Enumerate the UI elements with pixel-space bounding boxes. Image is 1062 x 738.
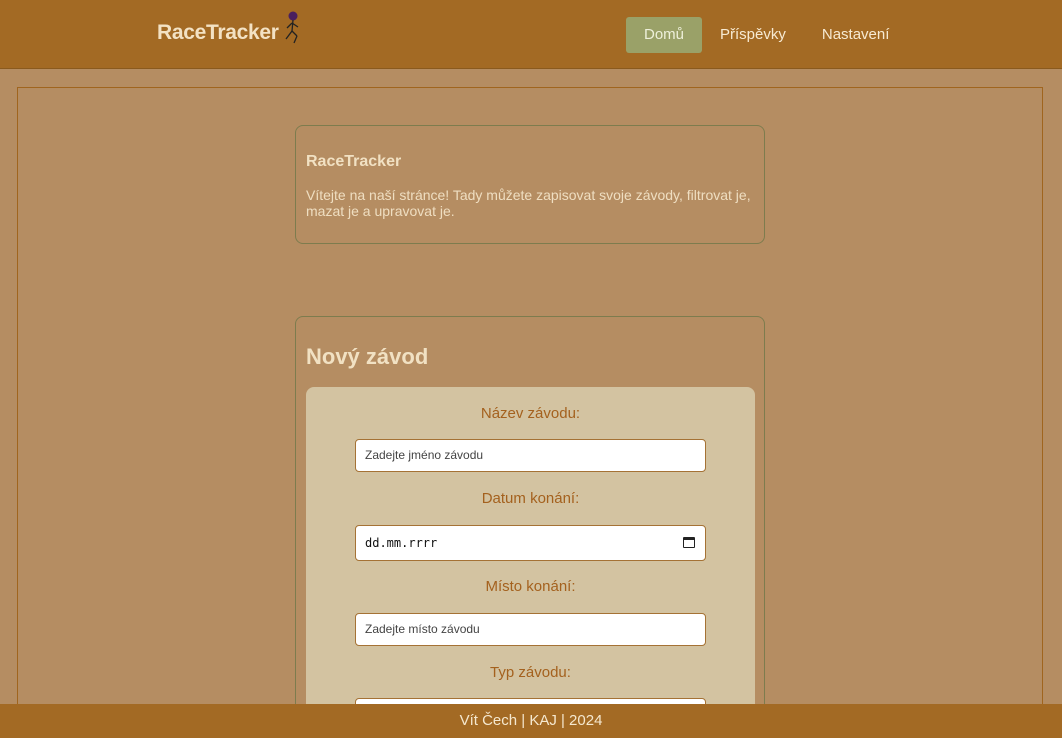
calendar-icon[interactable] [683, 537, 695, 548]
race-date-placeholder: dd.mm.rrrr [365, 536, 438, 550]
intro-title: RaceTracker [306, 153, 402, 170]
nav-settings[interactable]: Nastavení [804, 17, 908, 53]
top-header: RaceTracker Domů Příspěvky Nastavení [0, 0, 1062, 69]
logo-text: RaceTracker [157, 21, 279, 44]
main-nav: Domů Příspěvky Nastavení [626, 17, 907, 53]
race-date-input[interactable]: dd.mm.rrrr [355, 525, 706, 561]
intro-card: RaceTracker Vítejte na naší stránce! Tad… [295, 125, 765, 244]
intro-text: Vítejte na naší stránce! Tady můžete zap… [306, 187, 751, 219]
race-type-label: Typ závodu: [490, 664, 571, 681]
nav-home[interactable]: Domů [626, 17, 703, 53]
logo[interactable]: RaceTracker [157, 11, 304, 45]
running-figure-icon [285, 11, 299, 44]
footer-text: Vít Čech | KAJ | 2024 [459, 712, 603, 729]
nav-posts[interactable]: Příspěvky [702, 17, 804, 53]
race-name-input[interactable]: Zadejte jméno závodu [355, 439, 706, 472]
race-date-label: Datum konání: [481, 490, 580, 507]
race-name-label: Název závodu: [480, 405, 581, 422]
race-place-label: Místo konání: [485, 578, 576, 595]
new-race-title: Nový závod [306, 344, 429, 369]
race-place-input[interactable]: Zadejte místo závodu [355, 613, 706, 646]
new-race-card: Nový závod Název závodu: Zadejte jméno z… [295, 316, 765, 738]
new-race-form: Název závodu: Zadejte jméno závodu Datum… [306, 387, 755, 738]
footer: Vít Čech | KAJ | 2024 [0, 704, 1062, 738]
